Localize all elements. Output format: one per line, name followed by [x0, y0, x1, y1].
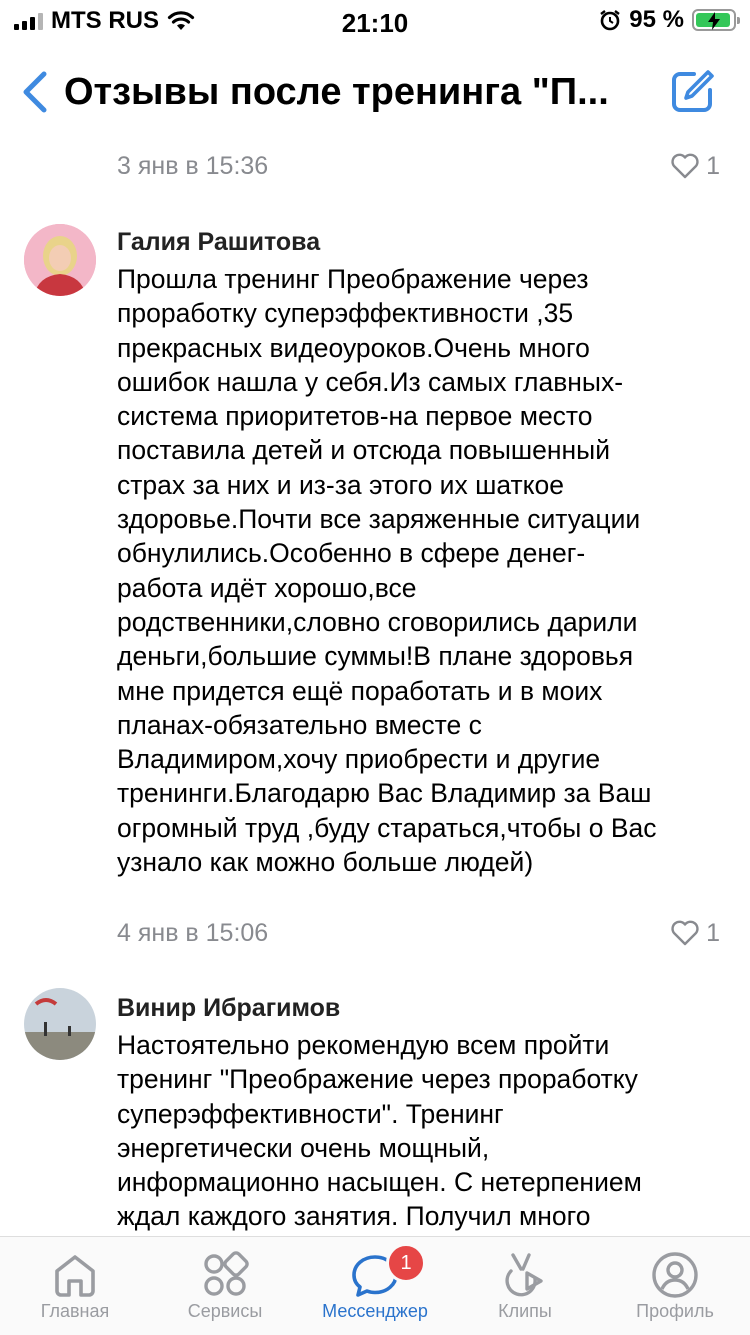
- heart-icon: [671, 153, 699, 179]
- home-icon: [55, 1255, 95, 1297]
- tab-label: Клипы: [498, 1301, 552, 1321]
- chevron-left-icon: [23, 71, 47, 113]
- tab-profile[interactable]: Профиль: [600, 1237, 750, 1335]
- status-right: 95 %: [599, 6, 740, 34]
- unread-badge: 1: [386, 1243, 426, 1283]
- comment-meta: 4 янв в 15:06 1: [117, 913, 720, 953]
- like-button[interactable]: 1: [670, 913, 720, 953]
- like-count: 1: [706, 919, 720, 947]
- compose-icon: [672, 70, 714, 112]
- comments-feed[interactable]: 3 янв в 15:36 1 Галия Рашитова Прошла тр…: [0, 142, 750, 1236]
- clips-icon: [505, 1253, 543, 1297]
- page-title: Отзывы после тренинга "П...: [64, 71, 609, 113]
- comment-date: 3 янв в 15:36: [117, 152, 269, 180]
- tab-messenger[interactable]: 1 Мессенджер: [300, 1237, 450, 1335]
- comment-meta: 3 янв в 15:36 1: [117, 146, 720, 186]
- like-count: 1: [706, 152, 720, 180]
- tab-label: Главная: [40, 1301, 110, 1321]
- comment-text: Прошла тренинг Преображение через прораб…: [117, 264, 657, 878]
- comment-author[interactable]: Галия Рашитова: [117, 228, 320, 257]
- back-button[interactable]: [18, 70, 54, 114]
- tab-services[interactable]: Сервисы: [150, 1237, 300, 1335]
- battery-percent: 95 %: [629, 6, 684, 33]
- services-icon: [204, 1251, 249, 1296]
- tab-label: Сервисы: [187, 1301, 263, 1321]
- compose-button[interactable]: [668, 68, 716, 116]
- status-bar: MTS RUS 21:10 95 %: [0, 0, 750, 42]
- tab-bar: Главная Сервисы 1 Мессенджер Клипы Профи…: [0, 1236, 750, 1335]
- battery-icon: [692, 9, 740, 31]
- comment-date: 4 янв в 15:06: [117, 919, 269, 947]
- avatar[interactable]: [24, 224, 96, 296]
- tab-label: Мессенджер: [322, 1301, 428, 1321]
- comment-author[interactable]: Винир Ибрагимов: [117, 994, 340, 1023]
- nav-bar: Отзывы после тренинга "П...: [0, 42, 750, 142]
- profile-icon: [652, 1252, 698, 1298]
- alarm-icon: [600, 10, 621, 31]
- avatar[interactable]: [24, 988, 96, 1060]
- tab-label: Профиль: [636, 1301, 714, 1321]
- comment-text: Настоятельно рекомендую всем пройти трен…: [117, 1030, 642, 1232]
- tab-clips[interactable]: Клипы: [450, 1237, 600, 1335]
- tab-home[interactable]: Главная: [0, 1237, 150, 1335]
- like-button[interactable]: 1: [670, 146, 720, 186]
- heart-icon: [671, 920, 699, 946]
